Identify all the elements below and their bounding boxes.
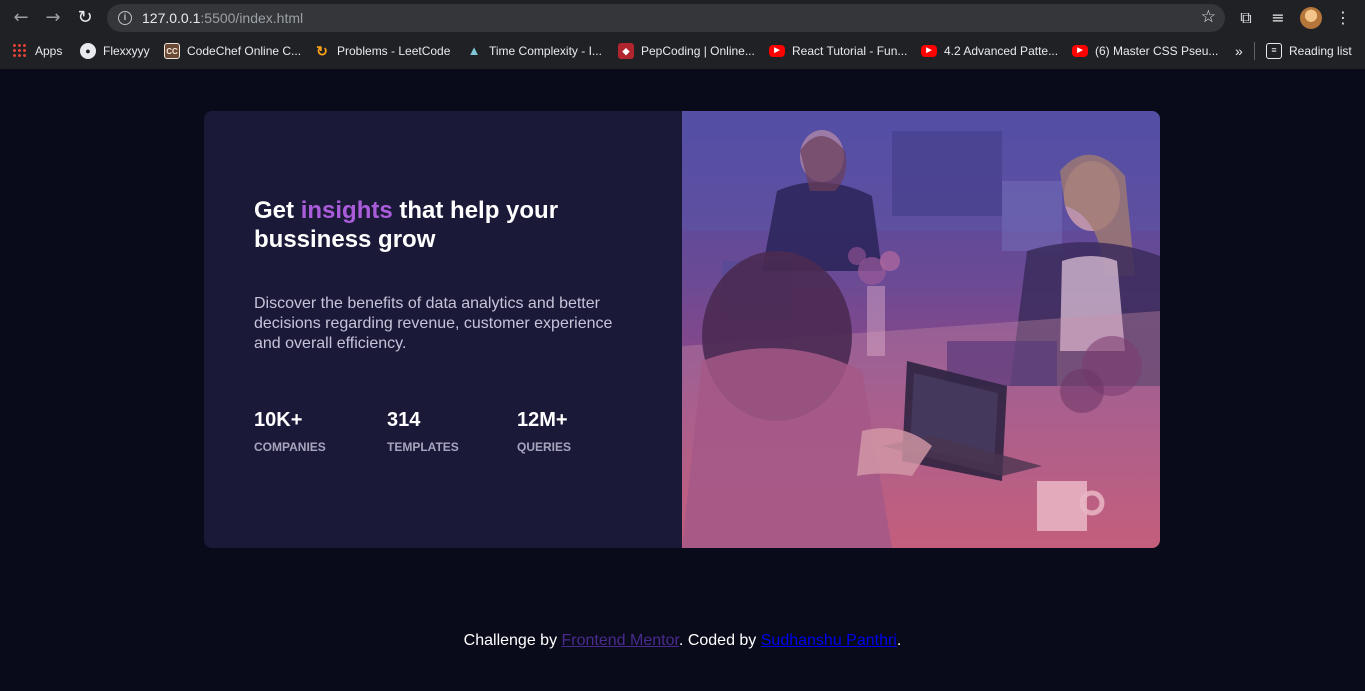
bookmarks-bar: Apps ● Flexxyyy CC CodeChef Online C... … — [0, 36, 1365, 66]
stats-preview-card: Get insights that help your bussiness gr… — [204, 111, 1160, 548]
frontend-mentor-link[interactable]: Frontend Mentor — [562, 632, 679, 649]
stat-label: TEMPLATES — [387, 440, 459, 454]
bookmark-pepcoding[interactable]: ◆ PepCoding | Online... — [618, 42, 755, 60]
bookmark-label: (6) Master CSS Pseu... — [1095, 44, 1219, 58]
profile-avatar[interactable] — [1300, 7, 1322, 29]
headline-accent: insights — [300, 197, 393, 224]
bookmark-leetcode[interactable]: ↻ Problems - LeetCode — [314, 42, 450, 60]
bookmark-label: Flexxyyy — [103, 44, 150, 58]
stat-label: QUERIES — [517, 440, 572, 454]
stat-value: 314 — [387, 409, 421, 431]
stat-value: 12M+ — [517, 409, 568, 431]
bookmark-label: Apps — [35, 44, 63, 58]
youtube-icon: ▶ — [769, 45, 785, 57]
pepcoding-icon: ◆ — [618, 43, 634, 59]
back-arrow-icon[interactable]: ← — [9, 6, 33, 30]
mountain-icon: ▲ — [467, 43, 481, 58]
office-photo-illustration — [682, 111, 1160, 548]
stat-value: 10K+ — [254, 409, 303, 431]
stat-label: COMPANIES — [254, 440, 326, 454]
bookmark-flexxyyy[interactable]: ● Flexxyyy — [80, 42, 150, 60]
leetcode-icon: ↻ — [316, 43, 328, 59]
reading-list-label: Reading list — [1289, 44, 1352, 58]
footer-text: Challenge by — [463, 632, 562, 649]
site-info-icon[interactable]: i — [118, 11, 132, 25]
bookmark-advanced-patterns[interactable]: ▶ 4.2 Advanced Patte... — [921, 42, 1058, 60]
bookmark-codechef[interactable]: CC CodeChef Online C... — [164, 42, 301, 60]
office-meeting-image — [682, 111, 1160, 548]
bookmark-react-tutorial[interactable]: ▶ React Tutorial - Fun... — [769, 42, 907, 60]
codechef-icon: CC — [164, 43, 180, 59]
extensions-puzzle-icon[interactable]: ⧉ — [1235, 7, 1257, 29]
youtube-icon: ▶ — [921, 45, 937, 57]
bookmark-apps[interactable]: Apps — [12, 42, 62, 60]
bookmark-label: 4.2 Advanced Patte... — [944, 44, 1059, 58]
browser-chrome: ← → ↻ i 127.0.0.1:5500/index.html ☆ ⧉ ≡ … — [0, 0, 1365, 69]
menu-kebab-icon[interactable]: ⋮ — [1332, 7, 1354, 29]
media-queue-icon[interactable]: ≡ — [1267, 7, 1289, 29]
youtube-icon: ▶ — [1072, 45, 1088, 57]
reading-list-button[interactable]: ≡ Reading list — [1266, 42, 1352, 60]
bookmark-label: PepCoding | Online... — [641, 44, 755, 58]
stat-queries: 12M+ QUERIES — [517, 408, 571, 454]
stat-templates: 314 TEMPLATES — [387, 408, 459, 454]
bookmark-master-css[interactable]: ▶ (6) Master CSS Pseu... — [1072, 42, 1218, 60]
reload-icon[interactable]: ↻ — [73, 6, 97, 30]
bookmarks-overflow-button[interactable]: » — [1235, 42, 1243, 60]
apps-grid-icon — [12, 43, 28, 59]
url-text[interactable]: 127.0.0.1:5500/index.html — [142, 10, 303, 26]
forward-arrow-icon[interactable]: → — [41, 6, 65, 30]
stat-companies: 10K+ COMPANIES — [254, 408, 326, 454]
bookmark-label: Time Complexity - I... — [489, 44, 602, 58]
footer-text: . — [896, 632, 902, 649]
card-headline: Get insights that help your bussiness gr… — [254, 197, 559, 253]
bookmark-label: React Tutorial - Fun... — [792, 44, 908, 58]
card-description: Discover the benefits of data analytics … — [254, 295, 613, 352]
bookmarks-divider — [1254, 42, 1255, 60]
footer-text: . Coded by — [678, 632, 761, 649]
chevron-double-right-icon: » — [1235, 43, 1243, 59]
browser-toolbar: ← → ↻ i 127.0.0.1:5500/index.html ☆ ⧉ ≡ … — [0, 0, 1365, 36]
card-content: Get insights that help your bussiness gr… — [204, 111, 682, 548]
attribution-footer: Challenge by Frontend Mentor. Coded by S… — [0, 632, 1365, 650]
reading-list-icon: ≡ — [1266, 43, 1282, 59]
author-link[interactable]: Sudhanshu Panthri — [761, 632, 897, 649]
address-bar[interactable]: i 127.0.0.1:5500/index.html ☆ — [107, 4, 1225, 32]
bookmark-star-icon[interactable]: ☆ — [1201, 7, 1216, 27]
page-viewport: Get insights that help your bussiness gr… — [0, 69, 1365, 691]
bookmark-time-complexity[interactable]: ▲ Time Complexity - I... — [466, 42, 602, 60]
bookmark-label: CodeChef Online C... — [187, 44, 302, 58]
github-icon: ● — [80, 43, 96, 59]
bookmark-label: Problems - LeetCode — [337, 44, 451, 58]
